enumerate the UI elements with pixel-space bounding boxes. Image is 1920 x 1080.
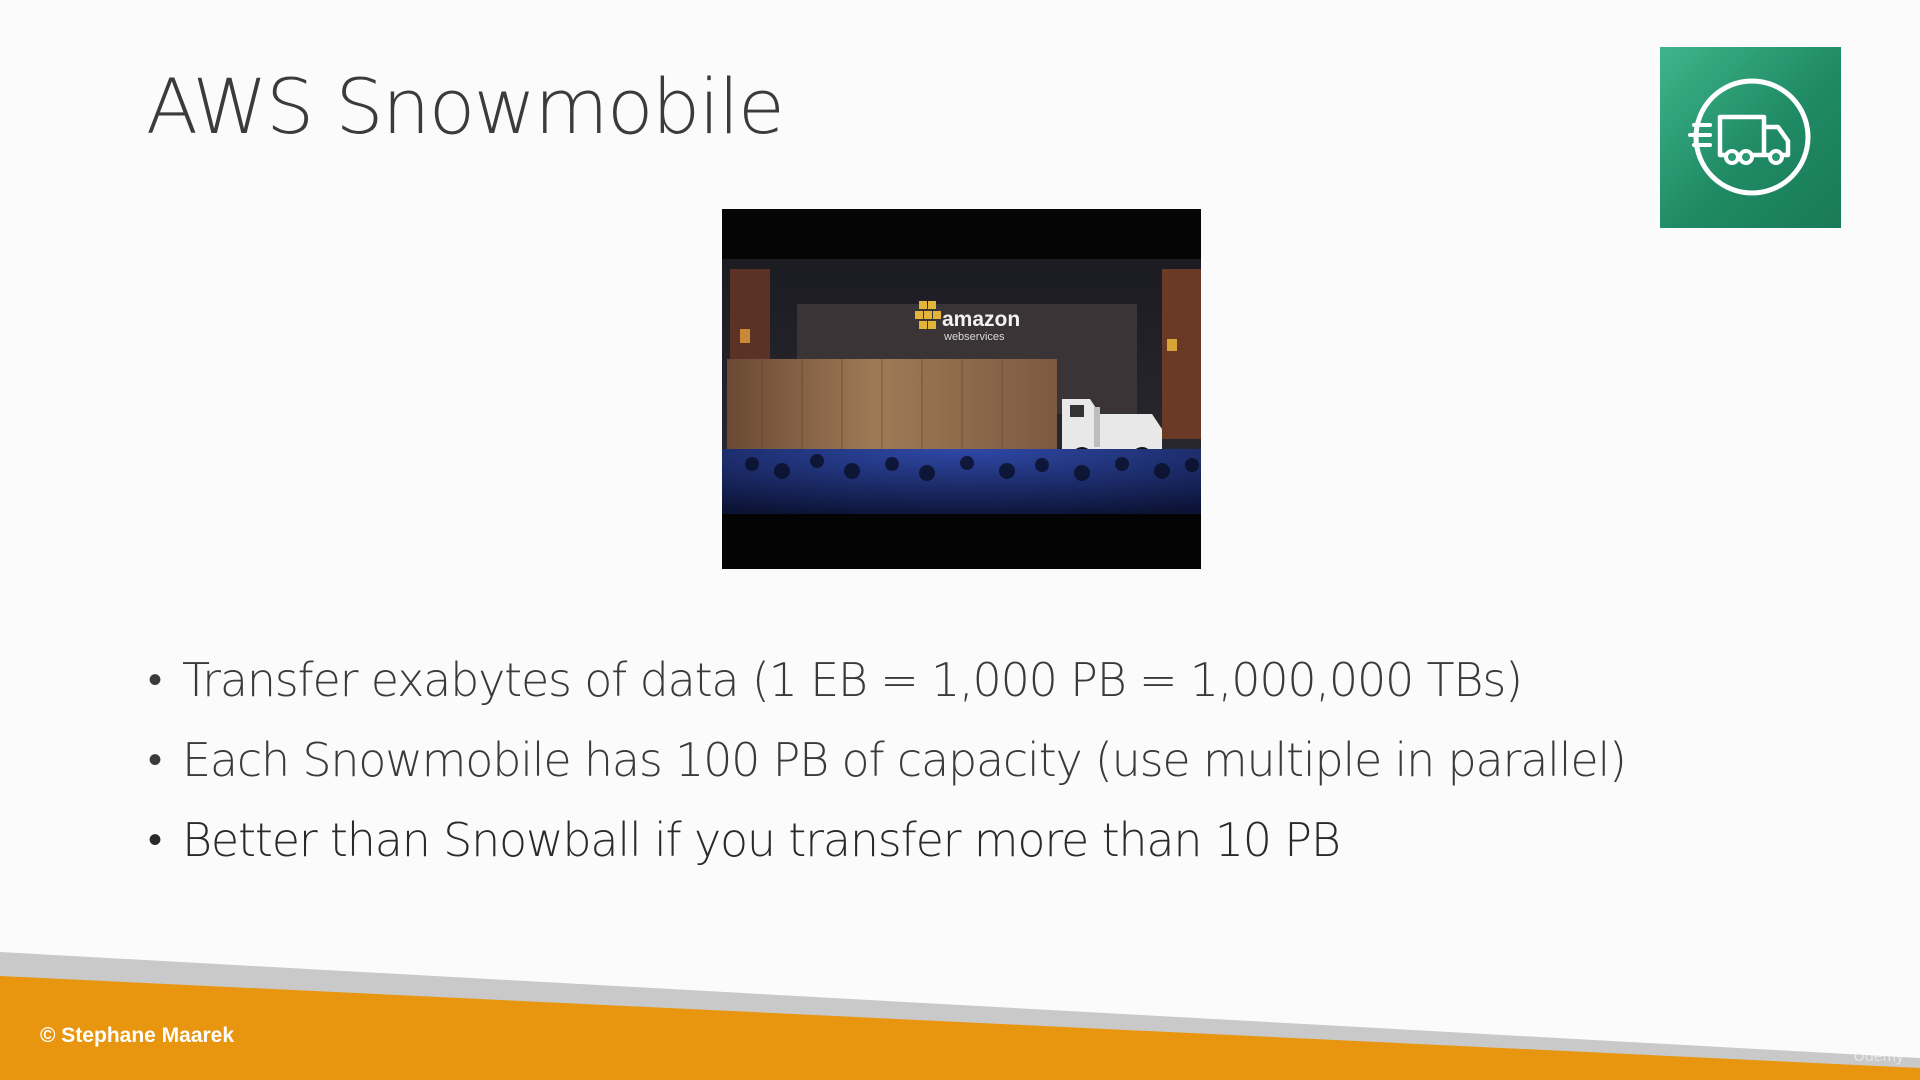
- bullet-marker: •: [148, 817, 162, 863]
- footer-band: [0, 940, 1920, 1080]
- photo-brand-text: amazon: [942, 308, 1020, 331]
- bullet-item: • Transfer exabytes of data (1 EB = 1,00…: [146, 640, 1706, 720]
- bullet-list: • Transfer exabytes of data (1 EB = 1,00…: [146, 640, 1706, 880]
- bullet-item: • Better than Snowball if you transfer m…: [146, 800, 1706, 880]
- snowmobile-truck-icon: [1660, 47, 1841, 228]
- bullet-text: Better than Snowball if you transfer mor…: [182, 813, 1341, 867]
- bullet-marker: •: [148, 737, 162, 783]
- bullet-marker: •: [148, 657, 162, 703]
- bullet-text: Each Snowmobile has 100 PB of capacity (…: [182, 733, 1627, 787]
- slide-title: AWS Snowmobile: [146, 62, 785, 151]
- copyright-text: © Stephane Maarek: [40, 1024, 235, 1047]
- udemy-watermark: Udemy: [1853, 1048, 1904, 1065]
- slide: AWS Snowmobile amazon webservices • Tran…: [0, 0, 1920, 1080]
- photo-brand-subtext: webservices: [943, 331, 1005, 343]
- bullet-text: Transfer exabytes of data (1 EB = 1,000 …: [182, 653, 1523, 707]
- snowmobile-truck-photo: amazon webservices: [722, 209, 1201, 569]
- bullet-item: • Each Snowmobile has 100 PB of capacity…: [146, 720, 1706, 800]
